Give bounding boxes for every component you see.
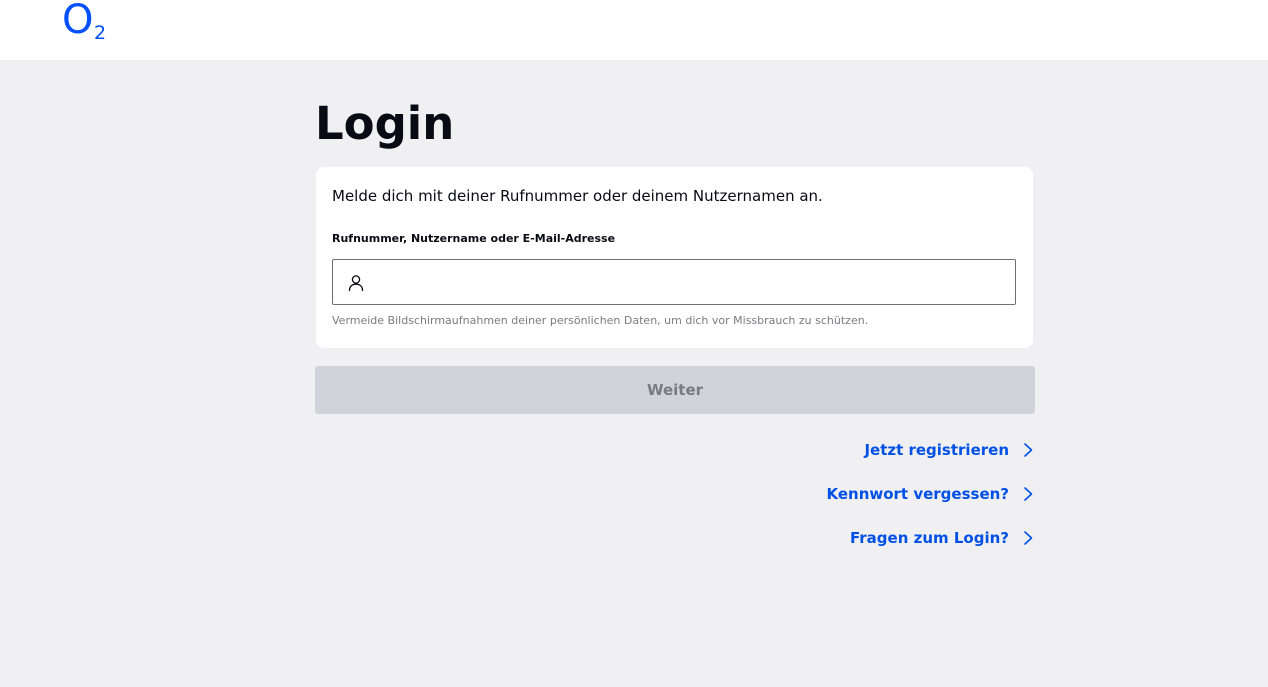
privacy-hint: Vermeide Bildschirmaufnahmen deiner pers… — [332, 314, 869, 327]
login-help-link[interactable]: Fragen zum Login? — [850, 526, 1035, 550]
header: O 2 — [0, 0, 1268, 60]
logo-letter: O — [62, 0, 94, 43]
logo-subscript: 2 — [94, 22, 107, 44]
login-help-link-label: Fragen zum Login? — [849, 529, 1009, 547]
register-link[interactable]: Jetzt registrieren — [864, 438, 1035, 462]
chevron-right-icon — [1024, 443, 1033, 457]
username-field-label: Rufnummer, Nutzername oder E-Mail-Adress… — [332, 232, 616, 245]
login-card: Melde dich mit deiner Rufnummer oder dei… — [316, 167, 1033, 348]
register-link-label: Jetzt registrieren — [864, 441, 1009, 459]
username-input[interactable] — [377, 260, 1007, 304]
page-title: Login — [315, 97, 455, 150]
forgot-password-link[interactable]: Kennwort vergessen? — [826, 482, 1035, 506]
forgot-password-link-label: Kennwort vergessen? — [826, 485, 1009, 503]
continue-button[interactable]: Weiter — [315, 366, 1035, 414]
login-intro-text: Melde dich mit deiner Rufnummer oder dei… — [332, 187, 823, 205]
o2-logo[interactable]: O 2 — [62, 0, 112, 46]
chevron-right-icon — [1024, 531, 1033, 545]
chevron-right-icon — [1024, 487, 1033, 501]
username-field[interactable] — [332, 259, 1016, 305]
user-icon — [348, 275, 364, 292]
